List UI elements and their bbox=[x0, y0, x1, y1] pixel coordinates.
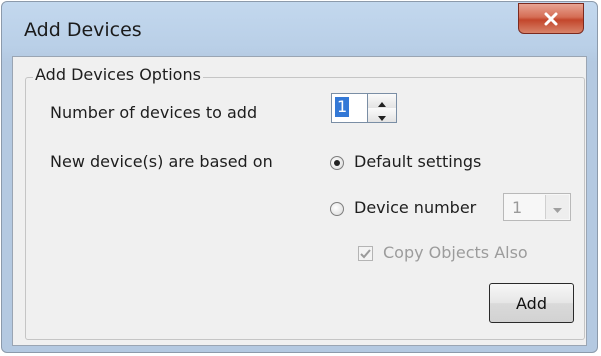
default-settings-radio[interactable] bbox=[330, 156, 344, 170]
default-settings-label[interactable]: Default settings bbox=[354, 152, 481, 171]
num-devices-stepper[interactable] bbox=[367, 93, 397, 123]
close-button[interactable] bbox=[518, 3, 584, 34]
add-button[interactable]: Add bbox=[489, 283, 574, 323]
title-bar[interactable]: Add Devices bbox=[2, 2, 597, 54]
num-devices-input[interactable]: 1 bbox=[331, 93, 367, 123]
device-number-label[interactable]: Device number bbox=[354, 198, 476, 217]
num-devices-label: Number of devices to add bbox=[50, 103, 258, 122]
close-icon bbox=[543, 12, 559, 26]
window-title: Add Devices bbox=[24, 19, 142, 41]
copy-objects-checkbox[interactable] bbox=[358, 246, 373, 261]
based-on-label: New device(s) are based on bbox=[50, 152, 273, 171]
dialog-client-area: Add Devices Options Number of devices to… bbox=[12, 56, 587, 346]
arrow-down-icon bbox=[378, 106, 386, 125]
device-number-value: 1 bbox=[512, 198, 523, 217]
chevron-down-icon bbox=[553, 198, 562, 217]
add-devices-dialog: Add Devices Add Devices Options Number o… bbox=[1, 1, 598, 353]
spin-down-button[interactable] bbox=[368, 108, 396, 122]
device-number-select[interactable]: 1 bbox=[503, 193, 571, 221]
num-devices-value: 1 bbox=[335, 97, 350, 117]
copy-objects-label[interactable]: Copy Objects Also bbox=[383, 243, 528, 262]
group-legend: Add Devices Options bbox=[33, 65, 203, 84]
checkmark-icon bbox=[360, 244, 371, 263]
dropdown-button[interactable] bbox=[545, 195, 569, 219]
device-number-radio[interactable] bbox=[330, 202, 344, 216]
